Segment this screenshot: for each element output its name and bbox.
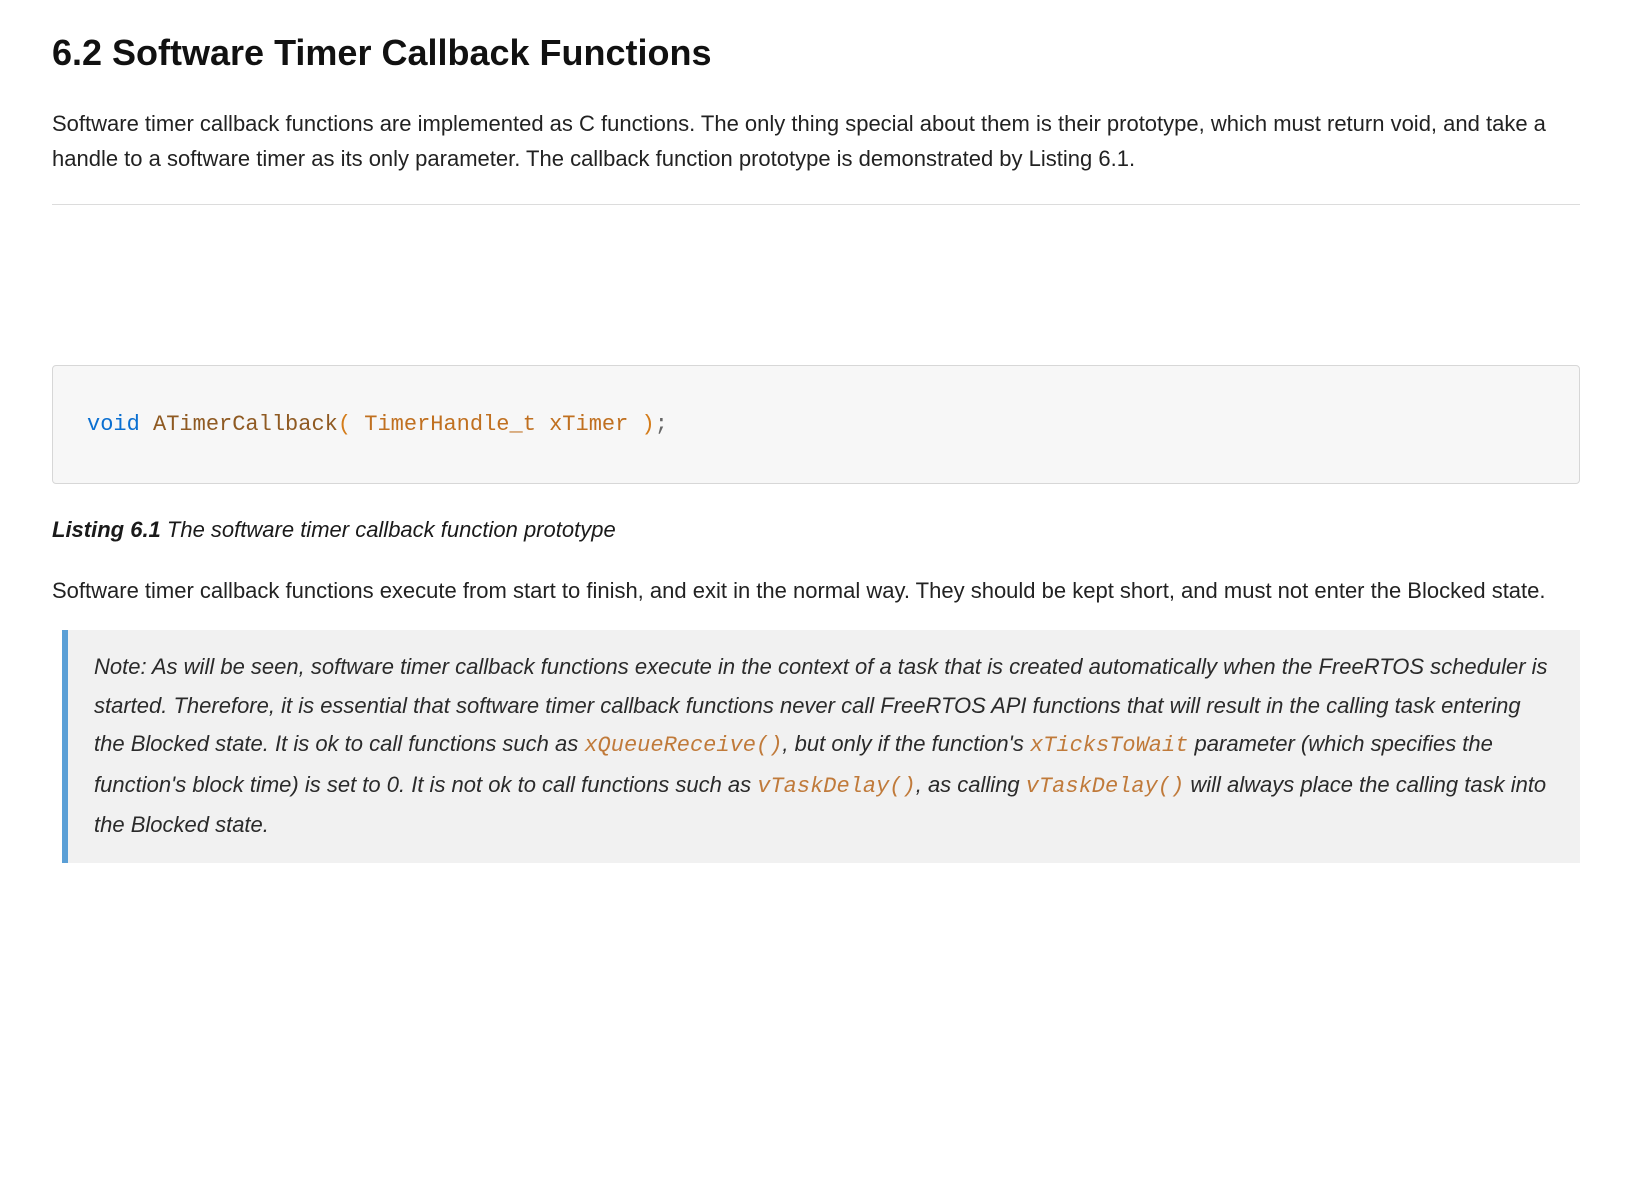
listing-description: The software timer callback function pro… [161,517,616,542]
section-heading: 6.2 Software Timer Callback Functions [52,24,1580,82]
code-function-name: ATimerCallback [153,412,338,437]
note-code-xtickstowait: xTicksToWait [1030,733,1188,758]
page-break-gap [52,205,1580,365]
note-code-xqueuereceive: xQueueReceive() [584,733,782,758]
code-keyword: void [87,412,140,437]
note-code-vtaskdelay-1: vTaskDelay() [757,774,915,799]
note-block: Note: As will be seen, software timer ca… [62,630,1580,863]
listing-number: Listing 6.1 [52,517,161,542]
intro-paragraph: Software timer callback functions are im… [52,106,1580,176]
code-open-paren: ( [338,412,351,437]
code-terminator: ; [655,412,668,437]
document-page: 6.2 Software Timer Callback Functions So… [0,24,1632,923]
code-close-paren: ) [642,412,655,437]
code-param-name: xTimer [549,412,628,437]
note-text-4: , as calling [916,772,1026,797]
code-listing: void ATimerCallback( TimerHandle_t xTime… [52,365,1580,484]
listing-caption: Listing 6.1 The software timer callback … [52,512,1580,547]
code-param-type: TimerHandle_t [364,412,536,437]
note-text-2: , but only if the function's [782,731,1030,756]
mid-paragraph: Software timer callback functions execut… [52,573,1580,608]
note-code-vtaskdelay-2: vTaskDelay() [1026,774,1184,799]
